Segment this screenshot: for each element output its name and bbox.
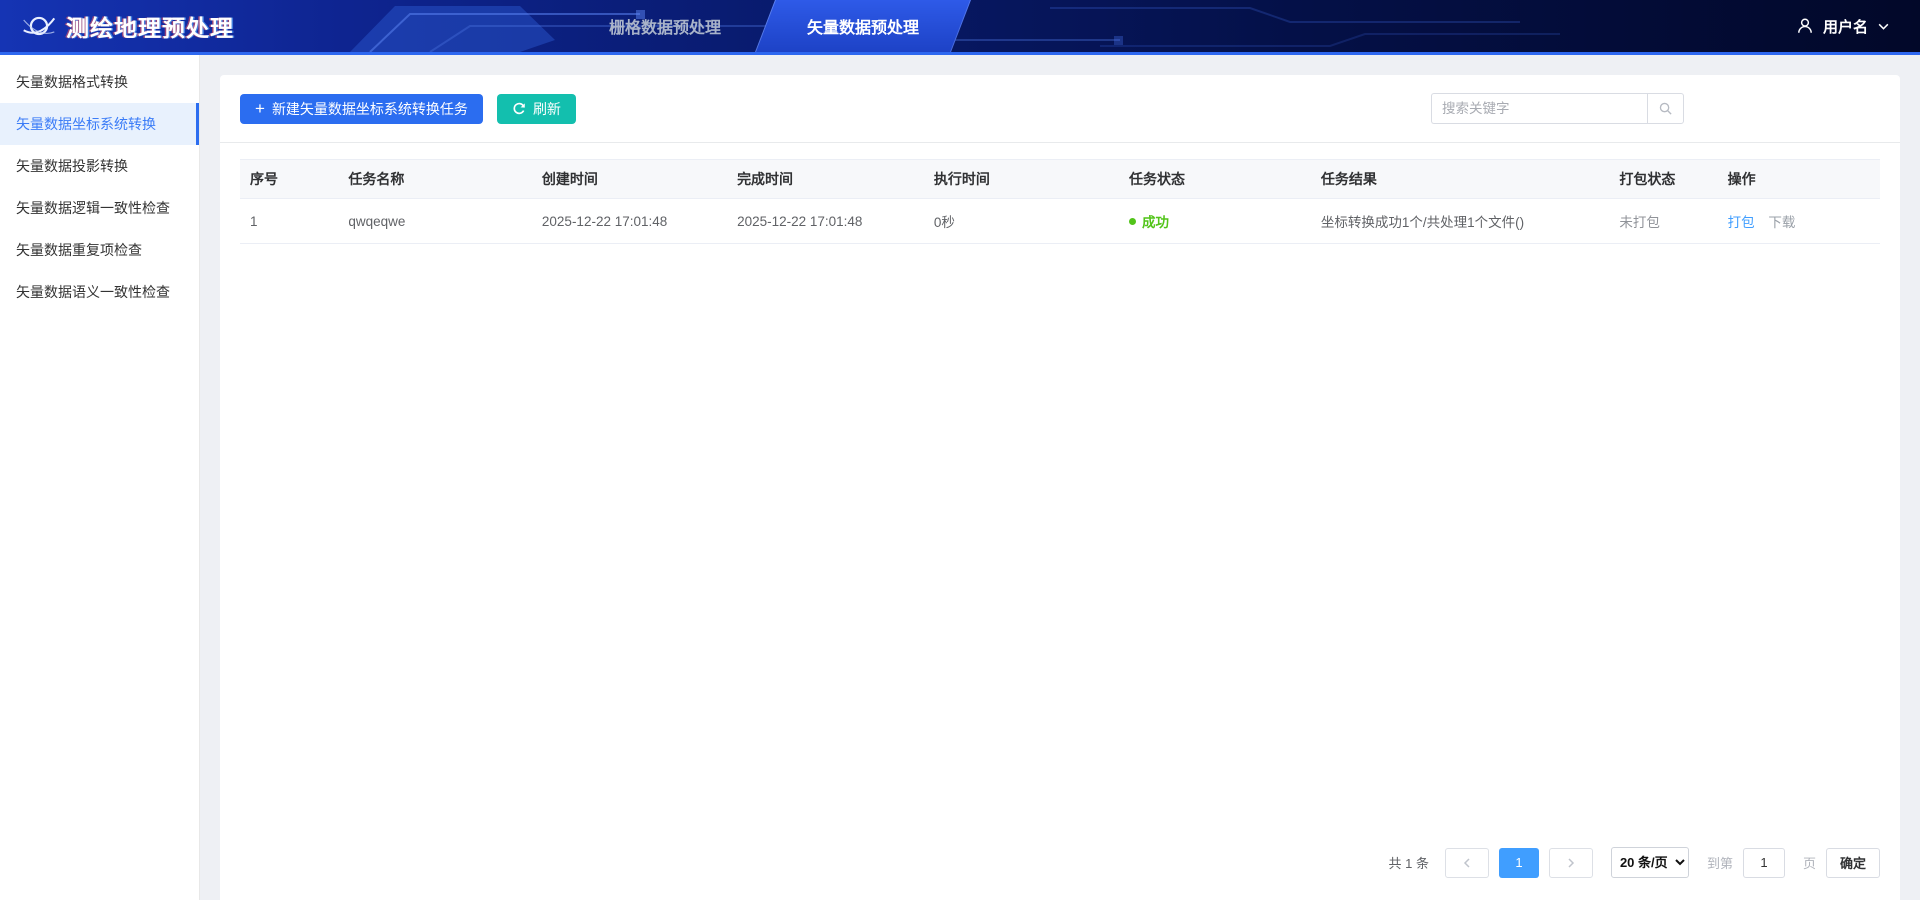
- page-size-select[interactable]: 20 条/页: [1610, 847, 1689, 878]
- col-index: 序号: [240, 159, 339, 199]
- sidebar-item-logic-consistency-check[interactable]: 矢量数据逻辑一致性检查: [0, 187, 199, 229]
- prev-page-button[interactable]: [1444, 847, 1489, 878]
- refresh-icon: [513, 102, 525, 114]
- goto-page-input[interactable]: [1742, 847, 1785, 878]
- refresh-button[interactable]: 刷新: [496, 93, 576, 124]
- download-link[interactable]: 下载: [1768, 215, 1795, 230]
- pagination-total: 共 1 条: [1388, 856, 1429, 871]
- col-actions: 操作: [1717, 159, 1880, 199]
- sidebar-item-label: 矢量数据重复项检查: [16, 242, 142, 258]
- content-panel: + 新建矢量数据坐标系统转换任务 刷新 搜索关键字 序号 任务名称 创建时间 完…: [220, 75, 1900, 900]
- page-number-button[interactable]: 1: [1498, 847, 1539, 878]
- col-package-status: 打包状态: [1609, 159, 1718, 199]
- search-input[interactable]: [1431, 93, 1647, 124]
- next-page-button[interactable]: [1548, 847, 1593, 878]
- task-table: 序号 任务名称 创建时间 完成时间 执行时间 任务状态 任务结果 打包状态 操作: [240, 159, 1880, 244]
- new-task-button[interactable]: + 新建矢量数据坐标系统转换任务: [240, 93, 483, 124]
- sidebar-item-semantic-consistency-check[interactable]: 矢量数据语义一致性检查: [0, 271, 199, 313]
- cell-index: 1: [240, 198, 339, 244]
- app-root: 测绘地理预处理 栅格数据预处理 矢量数据预处理 用户名 矢量数据格式转换 矢量数…: [0, 0, 1920, 900]
- sidebar-item-projection-convert[interactable]: 矢量数据投影转换: [0, 145, 199, 187]
- col-finished-time: 完成时间: [727, 159, 924, 199]
- user-name: 用户名: [1822, 18, 1868, 36]
- cell-created-time: 2025-12-22 17:01:48: [531, 198, 728, 244]
- sidebar-item-label: 矢量数据投影转换: [16, 158, 128, 174]
- tab-label: 矢量数据预处理: [806, 20, 919, 37]
- confirm-button[interactable]: 确定: [1825, 847, 1880, 878]
- top-header: 测绘地理预处理 栅格数据预处理 矢量数据预处理 用户名: [0, 0, 1920, 55]
- tab-raster-preprocess[interactable]: 栅格数据预处理: [565, 0, 765, 52]
- col-exec-time: 执行时间: [923, 159, 1120, 199]
- package-link[interactable]: 打包: [1728, 215, 1755, 230]
- sidebar-item-label: 矢量数据语义一致性检查: [16, 284, 170, 300]
- sidebar-item-duplicate-check[interactable]: 矢量数据重复项检查: [0, 229, 199, 271]
- app-logo: 测绘地理预处理: [0, 9, 234, 43]
- cell-task-result: 坐标转换成功1个/共处理1个文件(): [1310, 198, 1610, 244]
- sidebar: 矢量数据格式转换 矢量数据坐标系统转换 矢量数据投影转换 矢量数据逻辑一致性检查…: [0, 55, 200, 900]
- tab-label: 栅格数据预处理: [608, 20, 721, 37]
- toolbar: + 新建矢量数据坐标系统转换任务 刷新: [220, 75, 1900, 143]
- empty-space: [220, 244, 1900, 847]
- cell-exec-time: 0秒: [923, 198, 1120, 244]
- table-header-row: 序号 任务名称 创建时间 完成时间 执行时间 任务状态 任务结果 打包状态 操作: [240, 159, 1880, 199]
- task-table-zone: 序号 任务名称 创建时间 完成时间 执行时间 任务状态 任务结果 打包状态 操作: [220, 143, 1900, 244]
- cell-finished-time: 2025-12-22 17:01:48: [727, 198, 924, 244]
- plus-icon: +: [255, 99, 265, 118]
- main-content: + 新建矢量数据坐标系统转换任务 刷新 搜索关键字 序号 任务名称 创建时间 完…: [200, 55, 1920, 900]
- goto-prefix-label: 到第: [1706, 856, 1733, 871]
- col-task-status: 任务状态: [1119, 159, 1311, 199]
- refresh-button-label: 刷新: [532, 100, 561, 117]
- cell-task-name: qwqeqwe: [338, 198, 532, 244]
- chevron-left-icon: [1463, 857, 1470, 868]
- cell-package-status: 未打包: [1609, 198, 1718, 244]
- pagination: 共 1 条 1 20 条/页 到第 1 页 确定: [220, 847, 1900, 900]
- app-title: 测绘地理预处理: [66, 15, 234, 41]
- col-task-name: 任务名称: [338, 159, 532, 199]
- sidebar-item-label: 矢量数据坐标系统转换: [16, 116, 156, 132]
- sidebar-item-label: 矢量数据格式转换: [16, 74, 128, 90]
- chevron-down-icon: [1878, 23, 1889, 30]
- search-icon: [1659, 102, 1672, 115]
- table-row: 1 qwqeqwe 2025-12-22 17:01:48 2025-12-22…: [240, 198, 1880, 244]
- new-task-button-label: 新建矢量数据坐标系统转换任务: [271, 100, 468, 117]
- search-button[interactable]: [1647, 93, 1684, 124]
- goto-suffix-label: 页: [1802, 856, 1816, 871]
- user-menu[interactable]: 用户名: [1796, 16, 1920, 37]
- sidebar-item-format-convert[interactable]: 矢量数据格式转换: [0, 61, 199, 103]
- status-dot-icon: [1129, 217, 1137, 225]
- sidebar-item-coord-system-convert[interactable]: 矢量数据坐标系统转换: [0, 103, 199, 145]
- status-badge: 成功: [1129, 211, 1301, 231]
- search-box: [1431, 93, 1684, 124]
- tab-vector-preprocess[interactable]: 矢量数据预处理: [755, 0, 971, 52]
- user-icon: [1798, 18, 1812, 33]
- chevron-right-icon: [1568, 857, 1575, 868]
- status-text: 成功: [1142, 215, 1170, 230]
- header-tabs: 栅格数据预处理 矢量数据预处理: [565, 0, 971, 52]
- globe-logo-icon: [23, 16, 56, 36]
- col-created-time: 创建时间: [531, 159, 728, 199]
- col-task-result: 任务结果: [1310, 159, 1610, 199]
- sidebar-item-label: 矢量数据逻辑一致性检查: [16, 200, 170, 216]
